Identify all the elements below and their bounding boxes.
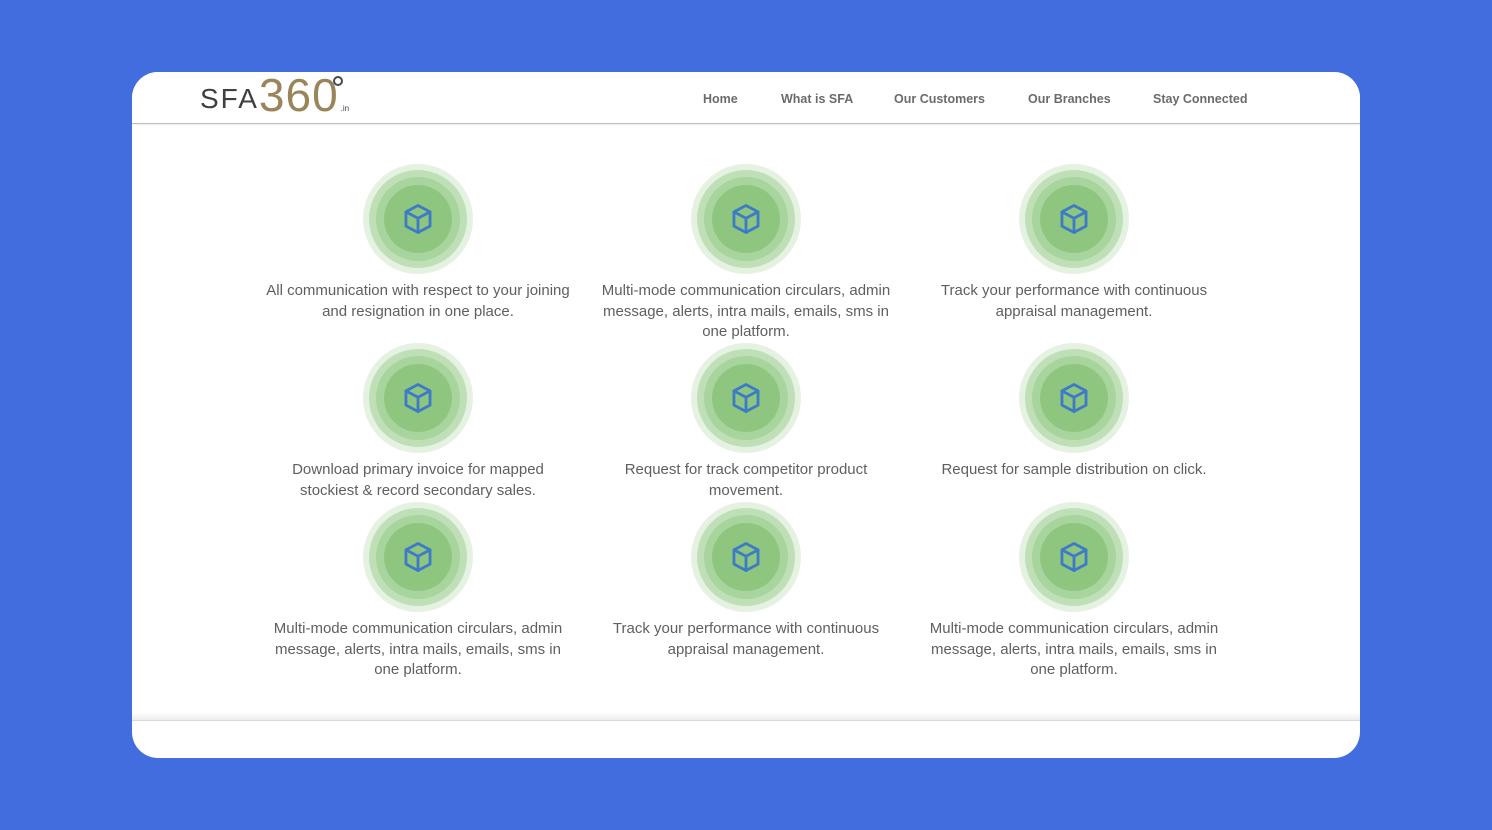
cube-icon: [732, 383, 760, 413]
feature-item: Request for track competitor product mov…: [586, 343, 906, 501]
nav-stay-connected[interactable]: Stay Connected: [1153, 92, 1247, 106]
feature-description: Track your performance with continuous a…: [940, 282, 1208, 320]
feature-item: Track your performance with continuous a…: [586, 502, 906, 660]
main-nav: Home What is SFA Our Customers Our Branc…: [132, 72, 1360, 123]
cube-icon: [732, 204, 760, 234]
nav-our-customers[interactable]: Our Customers: [894, 92, 985, 106]
cube-icon: [732, 542, 760, 572]
cube-icon: [404, 383, 432, 413]
feature-item: Multi-mode communication circulars, admi…: [258, 502, 578, 681]
feature-icon-badge: [1019, 343, 1129, 453]
feature-description: Multi-mode communication circulars, admi…: [273, 620, 563, 678]
feature-icon-badge: [363, 343, 473, 453]
feature-icon-badge: [363, 164, 473, 274]
feature-item: All communication with respect to your j…: [258, 164, 578, 322]
nav-what-is-sfa[interactable]: What is SFA: [781, 92, 853, 106]
feature-icon-badge: [691, 343, 801, 453]
page-card: SFA 360 .in Home What is SFA Our Custome…: [132, 72, 1360, 758]
feature-description: Request for sample distribution on click…: [941, 461, 1207, 478]
feature-icon-badge: [691, 502, 801, 612]
cube-icon: [1060, 204, 1088, 234]
cube-icon: [1060, 542, 1088, 572]
feature-description: Request for track competitor product mov…: [624, 461, 868, 499]
feature-icon-badge: [691, 164, 801, 274]
feature-item: Multi-mode communication circulars, admi…: [586, 164, 906, 343]
feature-item: Download primary invoice for mapped stoc…: [258, 343, 578, 501]
feature-item: Request for sample distribution on click…: [914, 343, 1234, 481]
feature-item: Multi-mode communication circulars, admi…: [914, 502, 1234, 681]
feature-icon-badge: [1019, 502, 1129, 612]
feature-description: Multi-mode communication circulars, admi…: [929, 620, 1219, 678]
feature-description: Multi-mode communication circulars, admi…: [601, 282, 891, 340]
feature-icon-badge: [1019, 164, 1129, 274]
footer-divider: [132, 712, 1360, 721]
nav-our-branches[interactable]: Our Branches: [1028, 92, 1111, 106]
feature-description: Download primary invoice for mapped stoc…: [292, 461, 544, 499]
cube-icon: [404, 204, 432, 234]
feature-item: Track your performance with continuous a…: [914, 164, 1234, 322]
feature-description: All communication with respect to your j…: [266, 282, 570, 320]
feature-icon-badge: [363, 502, 473, 612]
features-grid: All communication with respect to your j…: [132, 124, 1360, 714]
site-header: SFA 360 .in Home What is SFA Our Custome…: [132, 72, 1360, 124]
cube-icon: [1060, 383, 1088, 413]
nav-home[interactable]: Home: [703, 92, 738, 106]
cube-icon: [404, 542, 432, 572]
feature-description: Track your performance with continuous a…: [612, 620, 880, 658]
